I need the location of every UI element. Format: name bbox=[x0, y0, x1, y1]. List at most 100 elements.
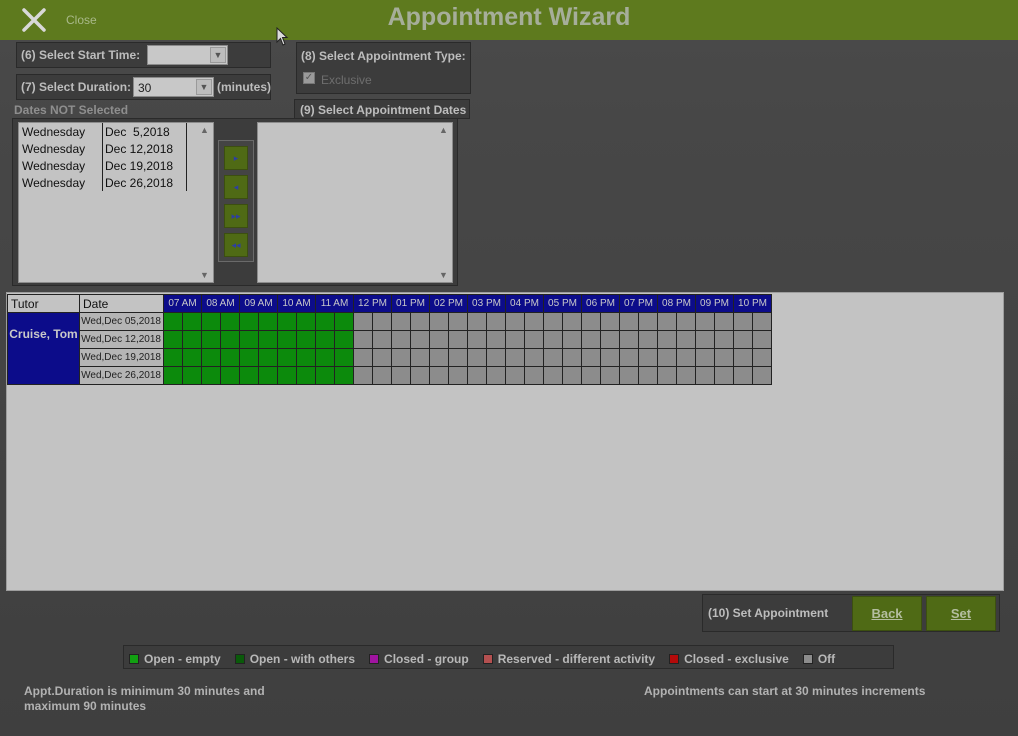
time-slot-off[interactable] bbox=[429, 312, 449, 331]
time-slot-off[interactable] bbox=[505, 366, 525, 385]
time-slot-off[interactable] bbox=[676, 330, 696, 349]
time-slot-open[interactable] bbox=[201, 348, 221, 367]
time-slot-open[interactable] bbox=[239, 366, 259, 385]
time-slot-off[interactable] bbox=[657, 330, 677, 349]
chevron-down-icon[interactable]: ▼ bbox=[210, 47, 226, 63]
time-slot-off[interactable] bbox=[695, 330, 715, 349]
chevron-down-icon[interactable]: ▼ bbox=[196, 79, 212, 95]
time-slot-off[interactable] bbox=[372, 330, 392, 349]
scroll-up-icon[interactable]: ▲ bbox=[200, 125, 209, 135]
time-slot-off[interactable] bbox=[391, 312, 411, 331]
time-slot-off[interactable] bbox=[657, 312, 677, 331]
time-slot-open[interactable] bbox=[182, 366, 202, 385]
time-slot-off[interactable] bbox=[638, 330, 658, 349]
time-slot-open[interactable] bbox=[182, 348, 202, 367]
time-slot-open[interactable] bbox=[334, 312, 354, 331]
time-slot-off[interactable] bbox=[714, 348, 734, 367]
time-slot-off[interactable] bbox=[410, 348, 430, 367]
time-slot-open[interactable] bbox=[334, 330, 354, 349]
time-slot-open[interactable] bbox=[277, 348, 297, 367]
time-slot-off[interactable] bbox=[467, 348, 487, 367]
time-slot-off[interactable] bbox=[353, 330, 373, 349]
time-slot-off[interactable] bbox=[467, 330, 487, 349]
time-slot-off[interactable] bbox=[619, 348, 639, 367]
time-slot-open[interactable] bbox=[201, 366, 221, 385]
time-slot-off[interactable] bbox=[600, 348, 620, 367]
time-slot-off[interactable] bbox=[562, 348, 582, 367]
time-slot-open[interactable] bbox=[163, 366, 183, 385]
time-slot-open[interactable] bbox=[220, 366, 240, 385]
list-item[interactable]: Wednesday Dec 5,2018 bbox=[19, 123, 197, 140]
time-slot-open[interactable] bbox=[220, 348, 240, 367]
time-slot-off[interactable] bbox=[752, 330, 772, 349]
time-slot-off[interactable] bbox=[752, 348, 772, 367]
time-slot-off[interactable] bbox=[391, 366, 411, 385]
time-slot-off[interactable] bbox=[638, 348, 658, 367]
time-slot-open[interactable] bbox=[239, 312, 259, 331]
back-button[interactable]: Back bbox=[852, 596, 922, 631]
time-slot-off[interactable] bbox=[391, 330, 411, 349]
scrollbar[interactable]: ▲ ▼ bbox=[197, 123, 213, 282]
time-slot-off[interactable] bbox=[524, 312, 544, 331]
time-slot-off[interactable] bbox=[543, 330, 563, 349]
move-right-button[interactable]: ▸ bbox=[224, 146, 248, 170]
time-slot-off[interactable] bbox=[619, 312, 639, 331]
time-slot-off[interactable] bbox=[410, 330, 430, 349]
time-slot-off[interactable] bbox=[467, 312, 487, 331]
time-slot-open[interactable] bbox=[258, 348, 278, 367]
dates-not-selected-list[interactable]: Wednesday Dec 5,2018 Wednesday Dec 12,2018 W… bbox=[18, 122, 214, 283]
time-slot-off[interactable] bbox=[448, 348, 468, 367]
time-slot-open[interactable] bbox=[239, 330, 259, 349]
time-slot-open[interactable] bbox=[315, 312, 335, 331]
scroll-down-icon[interactable]: ▼ bbox=[439, 270, 448, 280]
scrollbar[interactable]: ▲ ▼ bbox=[436, 123, 452, 282]
time-slot-off[interactable] bbox=[752, 366, 772, 385]
time-slot-off[interactable] bbox=[543, 312, 563, 331]
time-slot-open[interactable] bbox=[277, 312, 297, 331]
time-slot-off[interactable] bbox=[353, 348, 373, 367]
time-slot-off[interactable] bbox=[600, 330, 620, 349]
time-slot-open[interactable] bbox=[334, 348, 354, 367]
time-slot-off[interactable] bbox=[524, 348, 544, 367]
time-slot-off[interactable] bbox=[619, 366, 639, 385]
time-slot-off[interactable] bbox=[581, 312, 601, 331]
time-slot-open[interactable] bbox=[220, 312, 240, 331]
scroll-down-icon[interactable]: ▼ bbox=[200, 270, 209, 280]
time-slot-off[interactable] bbox=[448, 366, 468, 385]
time-slot-off[interactable] bbox=[695, 366, 715, 385]
list-item[interactable]: Wednesday Dec 19,2018 bbox=[19, 157, 197, 174]
time-slot-off[interactable] bbox=[372, 312, 392, 331]
exclusive-label[interactable]: Exclusive bbox=[321, 73, 372, 87]
time-slot-open[interactable] bbox=[163, 312, 183, 331]
time-slot-off[interactable] bbox=[676, 348, 696, 367]
time-slot-off[interactable] bbox=[695, 348, 715, 367]
time-slot-off[interactable] bbox=[372, 366, 392, 385]
time-slot-off[interactable] bbox=[429, 366, 449, 385]
time-slot-off[interactable] bbox=[676, 312, 696, 331]
time-slot-off[interactable] bbox=[581, 330, 601, 349]
time-slot-off[interactable] bbox=[657, 348, 677, 367]
time-slot-off[interactable] bbox=[410, 366, 430, 385]
time-slot-off[interactable] bbox=[486, 348, 506, 367]
time-slot-open[interactable] bbox=[239, 348, 259, 367]
time-slot-off[interactable] bbox=[733, 312, 753, 331]
time-slot-off[interactable] bbox=[486, 366, 506, 385]
time-slot-off[interactable] bbox=[600, 366, 620, 385]
time-slot-off[interactable] bbox=[714, 366, 734, 385]
start-time-select[interactable]: ▼ bbox=[147, 45, 228, 65]
time-slot-off[interactable] bbox=[733, 366, 753, 385]
time-slot-off[interactable] bbox=[505, 330, 525, 349]
time-slot-off[interactable] bbox=[486, 312, 506, 331]
move-all-left-button[interactable]: ◂◂ bbox=[224, 233, 248, 257]
time-slot-off[interactable] bbox=[733, 330, 753, 349]
time-slot-open[interactable] bbox=[296, 366, 316, 385]
time-slot-off[interactable] bbox=[429, 330, 449, 349]
time-slot-open[interactable] bbox=[277, 330, 297, 349]
time-slot-off[interactable] bbox=[505, 312, 525, 331]
time-slot-open[interactable] bbox=[182, 330, 202, 349]
time-slot-open[interactable] bbox=[201, 312, 221, 331]
time-slot-open[interactable] bbox=[334, 366, 354, 385]
time-slot-open[interactable] bbox=[296, 312, 316, 331]
time-slot-off[interactable] bbox=[524, 366, 544, 385]
time-slot-off[interactable] bbox=[581, 348, 601, 367]
